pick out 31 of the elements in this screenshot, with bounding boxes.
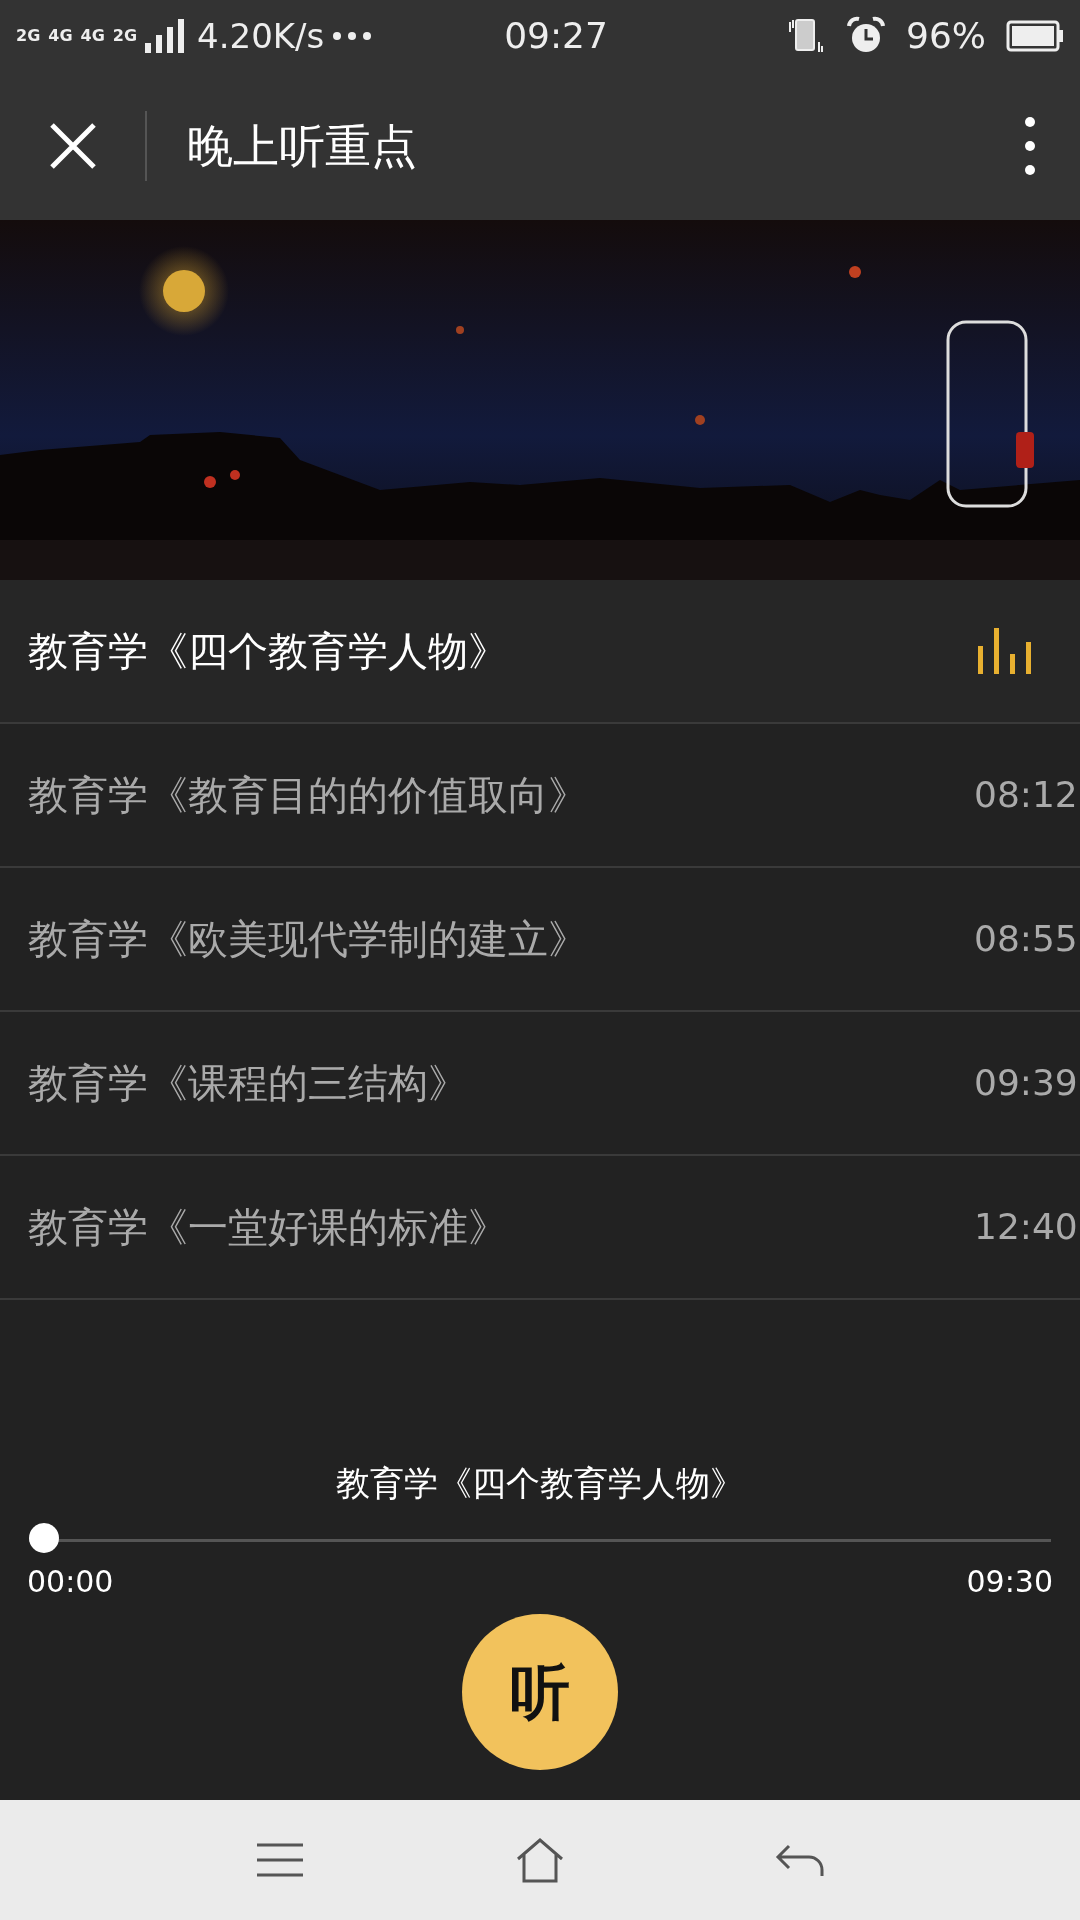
battery-percent: 96% [906,14,986,58]
more-notifications-icon [332,31,373,41]
back-icon[interactable] [775,1842,825,1878]
battery-icon [1006,20,1064,52]
network-speed: 4.20K/s [197,14,325,58]
menu-icon[interactable] [255,1842,305,1878]
total-time: 09:30 [966,1563,1053,1601]
track-title: 教育学《四个教育学人物》 [28,627,509,676]
elapsed-time: 00:00 [27,1563,114,1601]
page-title: 晚上听重点 [187,117,418,175]
signal-icon [145,19,186,53]
now-playing-title: 教育学《四个教育学人物》 [336,1462,744,1505]
track-title: 教育学《一堂好课的标准》 [28,1203,509,1252]
listen-button[interactable]: 听 [462,1614,618,1770]
track-duration: 12:40 [974,1205,1079,1249]
equalizer-icon [978,628,1032,674]
track-duration: 08:12 [974,773,1079,817]
track-title: 教育学《课程的三结构》 [28,1059,469,1108]
network-type-label: 2G [16,28,41,44]
home-icon[interactable] [515,1837,565,1883]
playlist-item[interactable]: 教育学《四个教育学人物》 [0,580,1080,724]
network-type-label: 4G [80,28,105,44]
track-title: 教育学《欧美现代学制的建立》 [28,915,589,964]
track-duration: 09:39 [974,1061,1079,1105]
track-duration: 08:55 [974,917,1079,961]
clock-time: 09:27 [503,14,609,58]
network-type-label: 4G [48,28,73,44]
track-title: 教育学《教育目的的价值取向》 [28,771,589,820]
more-icon [1024,116,1036,176]
close-icon [47,121,98,171]
network-type-label: 2G [112,28,138,44]
